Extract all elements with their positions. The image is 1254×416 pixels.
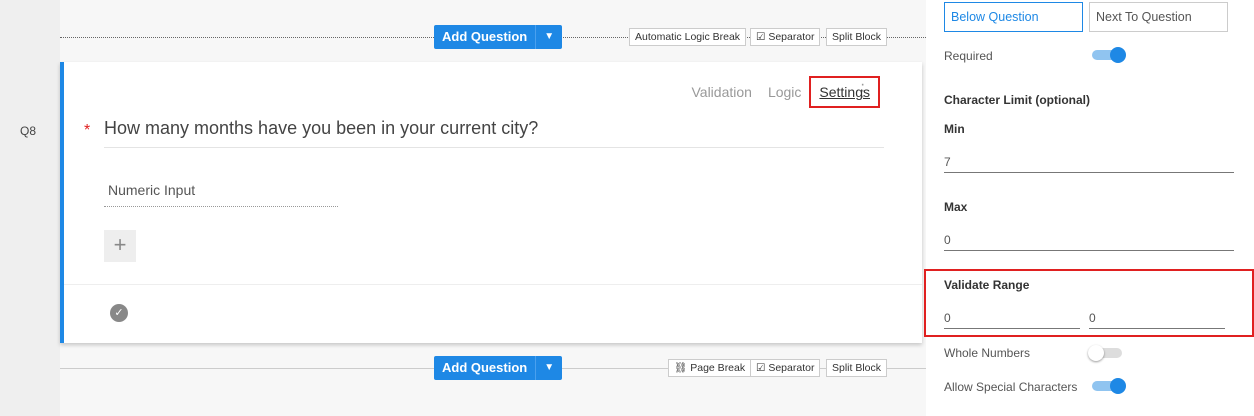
separator-button[interactable]: ☑ Separator xyxy=(750,359,821,377)
question-card[interactable]: Validation Logic Settings · · · * How many… xyxy=(60,62,922,343)
left-gutter xyxy=(0,0,60,416)
question-tabs: Validation Logic Settings xyxy=(691,76,880,108)
required-asterisk: * xyxy=(84,122,91,139)
special-characters-label: Allow Special Characters xyxy=(944,380,1078,394)
add-question-button[interactable]: Add Question ▼ xyxy=(434,356,563,380)
tab-logic[interactable]: Logic xyxy=(768,84,801,100)
split-block-button[interactable]: Split Block xyxy=(826,359,888,377)
range-to-input[interactable]: 0 xyxy=(1089,311,1225,329)
numeric-input-answer[interactable]: Numeric Input xyxy=(104,182,338,207)
next-to-question-option[interactable]: Next To Question xyxy=(1089,2,1228,32)
add-question-button[interactable]: Add Question ▼ xyxy=(434,25,563,49)
validate-range-label: Validate Range xyxy=(944,278,1030,292)
tab-validation[interactable]: Validation xyxy=(691,84,751,100)
max-label: Max xyxy=(944,200,968,214)
automatic-logic-break-button[interactable]: Automatic Logic Break xyxy=(629,28,747,46)
separator-button[interactable]: ☑ Separator xyxy=(750,28,821,46)
more-options-icon[interactable]: · · · xyxy=(860,77,866,105)
split-block-button[interactable]: Split Block xyxy=(826,28,888,46)
settings-panel: Below Question Next To Question Required… xyxy=(924,0,1254,416)
page-break-button[interactable]: ⛓ Page Break xyxy=(668,359,752,377)
min-label: Min xyxy=(944,122,965,136)
chevron-down-icon[interactable]: ▼ xyxy=(536,25,562,49)
add-question-label[interactable]: Add Question xyxy=(434,356,537,380)
required-label: Required xyxy=(944,49,993,63)
verified-badge-icon[interactable]: ✓ xyxy=(110,304,128,322)
special-characters-toggle[interactable] xyxy=(1092,378,1126,394)
below-question-option[interactable]: Below Question xyxy=(944,2,1083,32)
add-question-label[interactable]: Add Question xyxy=(434,25,537,49)
card-divider xyxy=(64,284,922,285)
question-number: Q8 xyxy=(20,124,37,138)
min-input[interactable]: 7 xyxy=(944,155,1234,173)
question-text[interactable]: How many months have you been in your cu… xyxy=(104,118,884,148)
whole-numbers-label: Whole Numbers xyxy=(944,346,1031,360)
range-from-input[interactable]: 0 xyxy=(944,311,1080,329)
max-input[interactable]: 0 xyxy=(944,233,1234,251)
add-answer-button[interactable]: + xyxy=(104,230,136,262)
character-limit-label: Character Limit (optional) xyxy=(944,93,1091,107)
whole-numbers-toggle[interactable] xyxy=(1088,345,1122,361)
required-toggle[interactable] xyxy=(1092,47,1126,63)
chevron-down-icon[interactable]: ▼ xyxy=(536,356,562,380)
